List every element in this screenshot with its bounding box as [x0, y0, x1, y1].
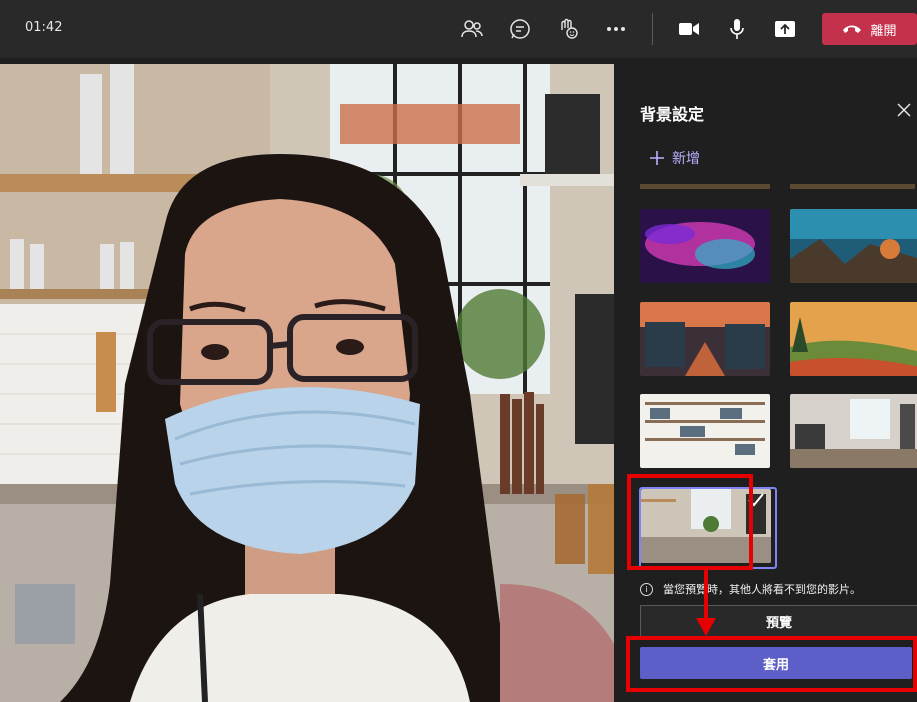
preview-button[interactable]: 預覽 — [640, 605, 917, 637]
mic-icon[interactable] — [724, 16, 750, 42]
hangup-icon — [843, 25, 862, 33]
more-icon[interactable] — [603, 16, 629, 42]
fantasy-landscape-background-thumb[interactable] — [790, 209, 917, 283]
apply-button-label: 套用 — [762, 657, 789, 673]
panel-title: 背景設定 — [640, 105, 705, 124]
call-timer: 01:42 — [25, 20, 63, 35]
toolbar-divider — [652, 13, 653, 45]
arrow-down-icon — [696, 570, 716, 636]
plus-icon — [650, 151, 664, 165]
galaxy-background-thumb[interactable] — [640, 209, 770, 283]
fantasy-village-background-thumb[interactable] — [640, 302, 770, 376]
leave-button[interactable]: 離開 — [822, 13, 917, 45]
leave-label: 離開 — [870, 23, 897, 39]
info-icon: i — [640, 582, 653, 596]
close-icon[interactable] — [896, 102, 912, 118]
preview-button-label: 預覽 — [765, 615, 792, 631]
partial-thumbnail-row — [640, 184, 770, 189]
partial-thumbnail-row — [790, 184, 915, 189]
apply-button[interactable]: 套用 — [640, 647, 912, 679]
preview-info-text: 當您預覽時，其他人將看不到您的影片。 — [663, 583, 861, 596]
chat-icon[interactable] — [507, 16, 533, 42]
reactions-icon[interactable] — [555, 16, 581, 42]
office-lounge-background-thumb[interactable] — [790, 394, 917, 468]
add-background-label: 新增 — [672, 151, 700, 167]
bookshelf-room-background-thumb[interactable] — [640, 394, 770, 468]
kitchen-background-thumb[interactable] — [641, 489, 771, 563]
check-icon — [748, 493, 764, 507]
add-background-button[interactable]: 新增 — [650, 148, 700, 168]
meeting-toolbar: 01:42 離開 — [0, 0, 917, 58]
background-settings-panel: 背景設定 新增 i 當您預覽時，其他人將看不到您的影片。 預覽 套用 — [620, 58, 917, 702]
camera-icon[interactable] — [676, 16, 702, 42]
share-icon[interactable] — [772, 16, 798, 42]
self-video-preview — [0, 64, 614, 702]
preview-info: i 當您預覽時，其他人將看不到您的影片。 — [640, 581, 861, 597]
people-icon[interactable] — [459, 16, 485, 42]
autumn-valley-background-thumb[interactable] — [790, 302, 917, 376]
